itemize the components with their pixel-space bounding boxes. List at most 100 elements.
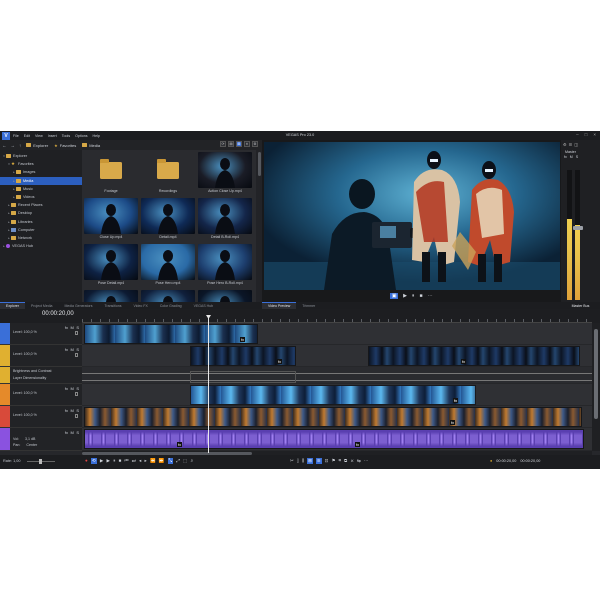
media-clip-tile[interactable]: Close Up.mp4 [84,198,138,243]
media-clip-tile[interactable]: Pose Detail.mp4 [84,244,138,289]
marker-icon[interactable]: ⚑ [331,458,335,464]
track-level[interactable]: Level: 100,0 % [13,413,37,417]
master-fx-button[interactable]: fx [564,155,567,159]
track-fx-button[interactable]: fx [65,408,68,413]
master-solo-button[interactable]: S [576,155,578,159]
track-header-6[interactable]: fx M S Vol: 3,1 dB Pan: Center [0,428,82,451]
timeline-timecode[interactable]: 00:00:20,00 [42,311,74,317]
track-header-2[interactable]: fx M S Level: 100,0 % [0,345,82,367]
media-clip-tile[interactable]: Pose Hero.mp4 [141,244,195,289]
forward-icon[interactable]: → [11,143,16,148]
video-clip[interactable]: fx [190,346,296,366]
play-icon[interactable]: ▶ [107,458,110,464]
tab-video-preview[interactable]: Video Preview [262,302,297,309]
tree-item-images[interactable]: ▸ Images [0,168,82,176]
media-clip-tile[interactable]: Detail.mp4 [141,198,195,243]
tab-vegas-hub[interactable]: VEGAS Hub [188,302,219,309]
auto-ripple-icon[interactable]: ≋ [315,458,322,464]
preview-more-icon[interactable]: ⋯ [428,293,433,299]
playhead-cursor[interactable] [208,317,209,453]
rewind-icon[interactable]: ⏪ [150,458,156,464]
tab-explorer[interactable]: Explorer [0,302,26,309]
track-m-button[interactable]: M [70,325,73,330]
track-header-1[interactable]: fx M S Level: 100,0 % [0,323,82,345]
preview-stop-icon[interactable]: ■ [420,293,423,299]
breadcrumb-favorites[interactable]: ★ Favorites [54,143,76,148]
track-m-button[interactable]: M [70,408,73,413]
audio-pan-row[interactable]: Pan: Center [13,443,37,447]
gear-icon[interactable]: ⚙ [563,142,567,147]
region-icon[interactable]: ⌗ [338,458,341,464]
tab-media-generators[interactable]: Media Generators [58,302,98,309]
snap-icon[interactable]: ⊞ [307,458,313,464]
track-m-button[interactable]: M [70,347,73,352]
tab-transitions[interactable]: Transitions [98,302,127,309]
up-icon[interactable]: ↑ [19,143,21,148]
master-fader[interactable] [573,226,583,230]
tree-item-network[interactable]: ▸ Network [0,234,82,242]
track-s-button[interactable]: S [76,325,79,330]
normal-edit-tool-icon[interactable]: ⤡ [167,458,174,464]
track-header-4[interactable]: fx M S Level: 100,0 % [0,384,82,406]
selection-tool-icon[interactable]: ⬚ [183,458,187,464]
track-s-button[interactable]: S [76,386,79,391]
media-clip-tile[interactable]: Pose Hero B-Roll.mp4 [198,244,252,289]
master-mute-button[interactable]: M [570,155,573,159]
clip-fx-icon[interactable]: fx [453,398,459,403]
media-folder-tile[interactable]: Recordings [141,152,195,197]
clip-fx-icon[interactable]: fx [240,337,246,342]
rate-slider[interactable] [27,459,55,464]
track-level[interactable]: Level: 100,0 % [13,330,37,334]
audio-clip[interactable]: fx fx [84,429,584,449]
timeline-vertical-scrollbar[interactable] [592,323,600,451]
envelope-label[interactable]: Brightness and Contrast [13,369,52,373]
media-clip-tile[interactable] [84,290,138,302]
lock-icon[interactable]: ⊡ [325,458,329,464]
settings-icon[interactable]: ⚙ [252,141,258,147]
minimize-icon[interactable]: – [576,132,579,137]
menu-file[interactable]: File [13,134,19,138]
pause-icon[interactable]: ⏸ [113,458,115,464]
envelope-label[interactable]: Layer Dimensionality [13,376,46,380]
video-clip[interactable]: fx [368,346,580,366]
tree-item-recent-places[interactable]: ▸ Recent Places [0,201,82,209]
menu-tools[interactable]: Tools [62,134,70,138]
go-to-end-icon[interactable]: ⏭ [132,458,136,464]
track-level[interactable]: Level: 100,0 % [13,352,37,356]
refresh-icon[interactable]: ⟳ [220,141,226,147]
play-from-start-icon[interactable]: ▶ [100,458,103,464]
tab-project-media[interactable]: Project Media [25,302,58,309]
thumbnail-view-icon[interactable]: ⊞ [236,141,242,147]
tree-item-computer[interactable]: ▸ Computer [0,226,82,234]
track-checkbox[interactable] [74,414,78,418]
media-clip-tile[interactable] [141,290,195,302]
envelope-line[interactable] [82,380,592,381]
media-clip-tile[interactable]: Detail B-Roll.mp4 [198,198,252,243]
crossfade-icon[interactable]: ⨯ [350,458,354,464]
clip-fx-icon[interactable]: fx [450,420,456,425]
video-clip[interactable]: fx [190,385,476,405]
preview-play-icon[interactable]: ▶ [403,293,407,299]
envelope-tool-icon[interactable]: ⤢ [176,458,180,464]
audio-vol-row[interactable]: Vol: 3,1 dB [13,437,35,441]
record-icon[interactable]: ● [85,458,88,464]
track-header-3[interactable]: Brightness and Contrast Layer Dimensional… [0,367,82,384]
menu-help[interactable]: Help [93,134,100,138]
track-fx-button[interactable]: fx [65,347,68,352]
maximize-icon[interactable]: □ [585,132,588,137]
clip-fx-icon[interactable]: fx [277,359,283,364]
preview-loop-icon[interactable]: ▣ [390,293,399,299]
breadcrumb-explorer[interactable]: Explorer [26,143,48,148]
prev-frame-icon[interactable]: ◂ [139,458,141,464]
clip-fx-icon[interactable]: fx [355,442,361,447]
group-icon[interactable]: ⧉ [344,458,347,464]
delete-icon[interactable]: ✕ [244,141,250,147]
go-to-start-icon[interactable]: ⏮ [125,458,129,464]
track-fx-button[interactable]: fx [65,325,68,330]
media-folder-tile[interactable]: Footage [84,152,138,197]
track-s-button[interactable]: S [76,408,79,413]
delete-icon[interactable]: ✂ [290,458,294,464]
stop-icon[interactable]: ■ [119,458,122,464]
trim-icon[interactable]: ⟧ [297,458,299,464]
track-fx-button[interactable]: fx [65,430,68,435]
